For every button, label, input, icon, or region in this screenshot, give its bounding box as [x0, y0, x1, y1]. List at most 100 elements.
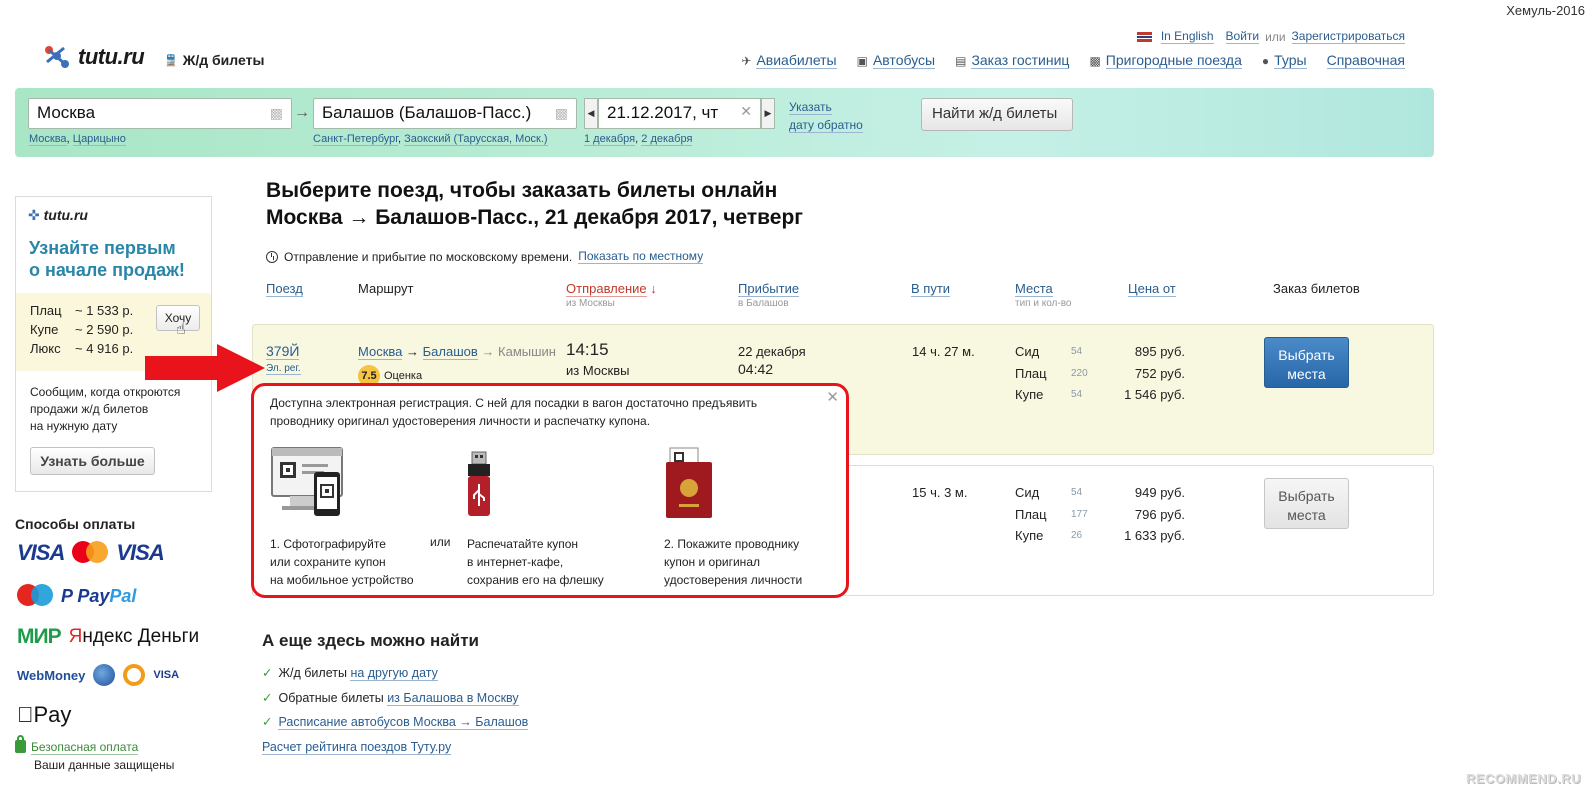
promo-logo: ✜ tutu.ru	[28, 207, 88, 224]
seat-type: Плац	[1015, 506, 1047, 522]
close-icon[interactable]: ✕	[826, 388, 839, 406]
clear-date-icon[interactable]: ✕	[740, 103, 752, 120]
route-from-link[interactable]: Москва	[358, 344, 403, 360]
return-tickets-link[interactable]: из Балашова в Москву	[387, 690, 519, 706]
from-hints: Москва, Царицыно	[29, 133, 126, 146]
next-date-button[interactable]: ▶	[761, 98, 775, 129]
seat-count: 54	[1071, 346, 1083, 357]
or-text: или	[1265, 29, 1286, 44]
suburban-train-icon: ▩	[1089, 53, 1101, 68]
list-item: ✓ Обратные билеты из Балашова в Москву	[262, 686, 528, 711]
col-duration[interactable]: В пути	[911, 281, 951, 297]
to-input[interactable]: Балашов (Балашов-Пасс.) ▩	[313, 98, 577, 129]
choose-seats-button[interactable]: Выбрать места	[1264, 478, 1349, 529]
find-tickets-button[interactable]: Найти ж/д билеты	[921, 98, 1073, 131]
seat-type-row[interactable]: Сид 54	[1015, 341, 1101, 363]
step2-line2: в интернет-кафе,	[467, 555, 564, 569]
to-hints: Санкт-Петербург, Заокский (Тарусская, Мо…	[313, 133, 548, 146]
date-input[interactable]: 21.12.2017, чт ✕	[598, 98, 761, 129]
col-arrival-label[interactable]: Прибытие	[738, 281, 800, 297]
seat-price: 1 546 руб.	[1124, 387, 1185, 402]
show-local-time-link[interactable]: Показать по местному	[578, 249, 704, 264]
col-duration-label[interactable]: В пути	[911, 281, 951, 297]
date-hint-link[interactable]: 2 декабря	[641, 133, 693, 146]
seat-type-row[interactable]: Плац 177	[1015, 504, 1101, 526]
rating-calc-link[interactable]: Расчет рейтинга поездов Туту.ру	[262, 739, 452, 755]
seat-count: 54	[1071, 389, 1083, 400]
col-price[interactable]: Цена от	[1128, 281, 1176, 297]
promo-price-type: Плац	[30, 303, 62, 318]
date-hints: 1 декабря, 2 декабря	[584, 133, 693, 146]
departure-time: 14:15	[566, 340, 609, 359]
bus-icon: ▣	[856, 53, 868, 68]
logo-text: tutu.ru	[78, 44, 145, 69]
nav-link-bus[interactable]: Автобусы	[872, 52, 936, 69]
lang-link[interactable]: In English	[1160, 29, 1214, 44]
login-link[interactable]: Войти	[1225, 29, 1260, 44]
col-seats-label[interactable]: Места	[1015, 281, 1053, 297]
seat-type-row[interactable]: Плац 220	[1015, 363, 1101, 385]
payment-row-maestro-paypal: P PayPal	[17, 584, 136, 608]
route-to-link[interactable]: Балашов	[422, 344, 478, 360]
step3-line3: удостоверения личности	[664, 573, 803, 587]
seat-type-row[interactable]: Сид 54	[1015, 482, 1101, 504]
choose-seats-button[interactable]: Выбрать места	[1264, 337, 1349, 388]
usb-flash-icon	[468, 451, 490, 516]
promo-text-line2: продажи ж/д билетов	[30, 402, 149, 416]
qiwi-logo	[123, 664, 146, 686]
nav-item-tours[interactable]: ● Туры	[1262, 52, 1307, 69]
nav-link-help[interactable]: Справочная	[1326, 52, 1405, 69]
col-price-label[interactable]: Цена от	[1128, 281, 1176, 297]
col-arrival[interactable]: Прибытие в Балашов	[738, 281, 800, 309]
return-date-link[interactable]: Указать	[789, 100, 832, 115]
secure-payment-link[interactable]: Безопасная оплата	[31, 740, 139, 755]
site-logo[interactable]: tutu.ru	[42, 42, 145, 72]
list-item: ✓ Ж/д билеты на другую дату	[262, 661, 528, 686]
nav-link-hotels[interactable]: Заказ гостиниц	[971, 52, 1070, 69]
learn-more-button[interactable]: Узнать больше	[30, 447, 155, 475]
timezone-note: Отправление и прибытие по московскому вр…	[266, 249, 704, 264]
nav-item-hotels[interactable]: ▤ Заказ гостиниц	[955, 52, 1070, 69]
nav-item-suburban[interactable]: ▩ Пригородные поезда	[1089, 52, 1242, 69]
station-icon: ▩	[269, 105, 283, 121]
step2-line3: сохранив его на флешку	[467, 573, 604, 587]
nav-link-suburban[interactable]: Пригородные поезда	[1105, 52, 1242, 69]
nav-link-avia[interactable]: Авиабилеты	[756, 52, 837, 69]
register-link[interactable]: Зарегистрироваться	[1291, 29, 1405, 44]
train-number-link[interactable]: 379Й	[266, 343, 300, 360]
from-hint-link[interactable]: Москва	[29, 133, 67, 146]
seat-price: 895 руб.	[1134, 344, 1185, 359]
col-train[interactable]: Поезд	[266, 281, 303, 297]
col-departure[interactable]: Отправление ↓ из Москвы	[566, 281, 657, 309]
departure-cell: 14:15 из Москвы	[566, 340, 629, 378]
col-departure-label[interactable]: Отправление	[566, 281, 647, 297]
promo-price-value: ~ 4 916 р.	[75, 341, 134, 356]
nav-item-avia[interactable]: ✈ Авиабилеты	[741, 52, 837, 69]
to-hint-link[interactable]: Санкт-Петербург	[313, 133, 398, 146]
departure-station: из Москвы	[566, 363, 630, 378]
bed-icon: ▤	[955, 53, 967, 68]
other-date-link[interactable]: на другую дату	[350, 666, 438, 681]
page-title-line1: Выберите поезд, чтобы заказать билеты он…	[266, 179, 778, 202]
from-input-value: Москва	[37, 103, 96, 122]
col-order: Заказ билетов	[1273, 281, 1360, 296]
prev-date-button[interactable]: ◀	[584, 98, 598, 129]
e-registration-link[interactable]: Эл. рег.	[266, 363, 301, 375]
seat-type-row[interactable]: Купе 26	[1015, 525, 1101, 547]
date-hint-link[interactable]: 1 декабря	[584, 133, 636, 146]
clock-icon	[266, 250, 278, 263]
payment-row-webmoney-qiwi: WebMoney VISA	[17, 664, 179, 686]
bus-schedule-link[interactable]: Расписание автобусов Москва → Балашов	[278, 715, 529, 730]
from-input[interactable]: Москва ▩	[28, 98, 292, 129]
return-date-link-2[interactable]: дату обратно	[789, 118, 863, 133]
nav-item-bus[interactable]: ▣ Автобусы	[856, 52, 936, 69]
from-hint-link[interactable]: Царицыно	[72, 133, 126, 146]
nav-item-help[interactable]: Справочная	[1326, 52, 1405, 69]
arrival-date: 22 декабря	[738, 344, 806, 359]
maestro-logo	[17, 584, 53, 608]
nav-link-tours[interactable]: Туры	[1274, 52, 1307, 69]
to-hint-link[interactable]: Заокский (Тарусская, Моск.)	[404, 133, 548, 146]
col-seats[interactable]: Места тип и кол-во	[1015, 281, 1071, 309]
col-train-label[interactable]: Поезд	[266, 281, 303, 297]
seat-type-row[interactable]: Купе 54	[1015, 384, 1101, 406]
